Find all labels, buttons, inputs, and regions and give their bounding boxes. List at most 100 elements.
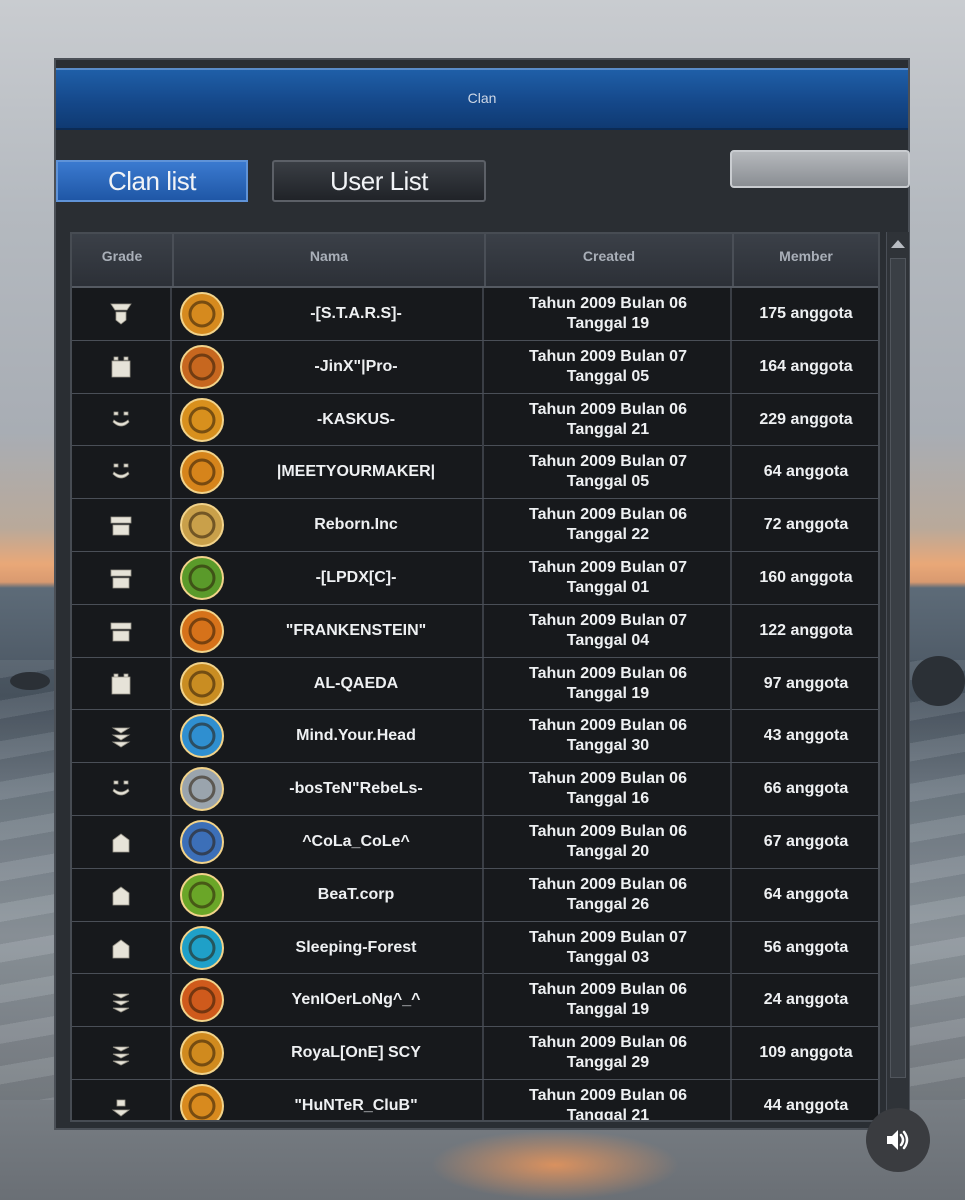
created-day: Tanggal 16: [566, 790, 650, 808]
clan-created: Tahun 2009 Bulan 07 Tanggal 05: [486, 340, 732, 393]
clan-created: Tahun 2009 Bulan 06 Tanggal 22: [486, 499, 732, 552]
header-created[interactable]: Created: [486, 248, 732, 264]
clan-name: Sleeping-Forest: [230, 921, 484, 974]
grade-rank-icon: [72, 551, 172, 604]
clan-name: -bosTeN"RebeLs-: [230, 763, 484, 816]
created-day: Tanggal 29: [566, 1054, 650, 1072]
clan-member-count: 56 anggota: [763, 938, 849, 956]
clan-emblem-icon: [174, 1080, 230, 1120]
grade-rank-icon: [72, 340, 172, 393]
table-scrollbar[interactable]: [886, 232, 909, 1122]
clan-created: Tahun 2009 Bulan 07 Tanggal 03: [486, 921, 732, 974]
table-row[interactable]: -[LPDX[C]- Tahun 2009 Bulan 07 Tanggal 01 1…: [72, 551, 878, 605]
created-day: Tanggal 05: [566, 367, 650, 385]
clan-name: "FRANKENSTEIN": [230, 604, 484, 657]
clan-emblem-icon: [174, 552, 230, 604]
created-day: Tanggal 20: [566, 842, 650, 860]
grade-rank-icon: [72, 763, 172, 816]
table-row[interactable]: |MEETYOURMAKER| Tahun 2009 Bulan 07 Tangga…: [72, 446, 878, 500]
clan-name: -JinX"|Pro-: [230, 340, 484, 393]
table-row[interactable]: -JinX"|Pro- Tahun 2009 Bulan 07 Tanggal 05…: [72, 340, 878, 394]
clan-name: YenIOerLoNg^_^: [230, 974, 484, 1027]
clan-created: Tahun 2009 Bulan 06 Tanggal 19: [486, 288, 732, 340]
table-row[interactable]: AL-QAEDA Tahun 2009 Bulan 06 Tanggal 19 97 …: [72, 657, 878, 711]
created-year-month: Tahun 2009 Bulan 07: [529, 611, 687, 629]
created-year-month: Tahun 2009 Bulan 06: [529, 506, 687, 524]
table-row[interactable]: Mind.Your.Head Tahun 2009 Bulan 06 Tanggal…: [72, 710, 878, 764]
clan-member-count: 229 anggota: [759, 410, 853, 428]
clan-member-count: 24 anggota: [763, 991, 849, 1009]
created-day: Tanggal 30: [566, 737, 650, 755]
created-year-month: Tahun 2009 Bulan 06: [529, 1034, 687, 1052]
clan-created: Tahun 2009 Bulan 06 Tanggal 29: [486, 1027, 732, 1080]
header-divider: [732, 234, 734, 286]
clan-emblem-icon: [174, 922, 230, 974]
table-row[interactable]: ^CoLa_CoLe^ Tahun 2009 Bulan 06 Tanggal 20…: [72, 815, 878, 869]
clan-name: -[LPDX[C]-: [230, 551, 484, 604]
grade-rank-icon: [72, 446, 172, 499]
clan-created: Tahun 2009 Bulan 06 Tanggal 30: [486, 710, 732, 763]
clan-name: Mind.Your.Head: [230, 710, 484, 763]
table-row[interactable]: -[S.T.A.R.S]- Tahun 2009 Bulan 06 Tanggal …: [72, 288, 878, 341]
created-day: Tanggal 01: [566, 578, 650, 596]
header-divider: [172, 234, 174, 286]
created-year-month: Tahun 2009 Bulan 06: [529, 822, 687, 840]
created-day: Tanggal 05: [566, 473, 650, 491]
clan-emblem-icon: [174, 816, 230, 868]
table-row[interactable]: Sleeping-Forest Tahun 2009 Bulan 07 Tangga…: [72, 921, 878, 975]
table-row[interactable]: Reborn.Inc Tahun 2009 Bulan 06 Tanggal 22 7…: [72, 499, 878, 552]
created-year-month: Tahun 2009 Bulan 06: [529, 1086, 687, 1104]
clan-member-count: 97 anggota: [763, 674, 849, 692]
grade-rank-icon: [72, 974, 172, 1027]
clan-name: "HuNTeR_CluB": [230, 1079, 484, 1120]
window-titlebar[interactable]: Clan: [56, 68, 908, 130]
grade-rank-icon: [72, 815, 172, 868]
clan-table: Grade Nama Created Member -[S.T.A.R.S]- T…: [70, 232, 880, 1122]
header-member[interactable]: Member: [734, 248, 878, 264]
created-day: Tanggal 19: [566, 315, 650, 332]
clan-emblem-icon: [174, 394, 230, 446]
clan-emblem-icon: [174, 658, 230, 710]
sound-toggle-button[interactable]: [866, 1108, 930, 1172]
header-grade[interactable]: Grade: [72, 248, 172, 264]
clan-emblem-icon: [174, 710, 230, 762]
clan-member-count: 64 anggota: [763, 463, 849, 481]
clan-emblem-icon: [174, 446, 230, 498]
created-day: Tanggal 19: [566, 1001, 650, 1019]
tab-clan-list[interactable]: Clan list: [56, 160, 248, 202]
grade-rank-icon: [72, 393, 172, 446]
created-day: Tanggal 21: [566, 1106, 650, 1122]
table-row[interactable]: YenIOerLoNg^_^ Tahun 2009 Bulan 06 Tanggal…: [72, 974, 878, 1028]
table-row[interactable]: BeaT.corp Tahun 2009 Bulan 06 Tanggal 26 64…: [72, 868, 878, 922]
clan-created: Tahun 2009 Bulan 07 Tanggal 04: [486, 604, 732, 657]
clan-emblem-icon: [174, 499, 230, 551]
grade-rank-icon: [72, 499, 172, 552]
created-year-month: Tahun 2009 Bulan 07: [529, 928, 687, 946]
header-divider: [484, 234, 486, 286]
clan-action-button[interactable]: [730, 150, 910, 188]
clan-member-count: 164 anggota: [759, 357, 853, 375]
clan-name: ^CoLa_CoLe^: [230, 815, 484, 868]
tab-user-list[interactable]: User List: [272, 160, 486, 202]
created-year-month: Tahun 2009 Bulan 06: [529, 400, 687, 418]
grade-rank-icon: [72, 604, 172, 657]
clan-emblem-icon: [174, 869, 230, 921]
table-row[interactable]: -KASKUS- Tahun 2009 Bulan 06 Tanggal 21 229…: [72, 393, 878, 447]
scroll-thumb[interactable]: [890, 258, 906, 1078]
clan-name: Reborn.Inc: [230, 499, 484, 552]
scroll-up-arrow-icon[interactable]: [891, 240, 905, 248]
created-day: Tanggal 21: [566, 420, 650, 438]
grade-rank-icon: [72, 710, 172, 763]
header-nama[interactable]: Nama: [174, 248, 484, 264]
clan-name: RoyaL[OnE] SCY: [230, 1027, 484, 1080]
created-day: Tanggal 19: [566, 684, 650, 702]
table-row[interactable]: -bosTeN"RebeLs- Tahun 2009 Bulan 06 Tangga…: [72, 763, 878, 816]
table-row[interactable]: "HuNTeR_CluB" Tahun 2009 Bulan 06 Tanggal …: [72, 1079, 878, 1122]
clan-member-count: 175 anggota: [759, 305, 853, 322]
grade-rank-icon: [72, 657, 172, 710]
clan-name: -[S.T.A.R.S]-: [230, 288, 484, 340]
table-row[interactable]: "FRANKENSTEIN" Tahun 2009 Bulan 07 Tanggal…: [72, 604, 878, 658]
grade-rank-icon: [72, 921, 172, 974]
table-row[interactable]: RoyaL[OnE] SCY Tahun 2009 Bulan 06 Tanggal…: [72, 1027, 878, 1080]
clan-created: Tahun 2009 Bulan 07 Tanggal 05: [486, 446, 732, 499]
